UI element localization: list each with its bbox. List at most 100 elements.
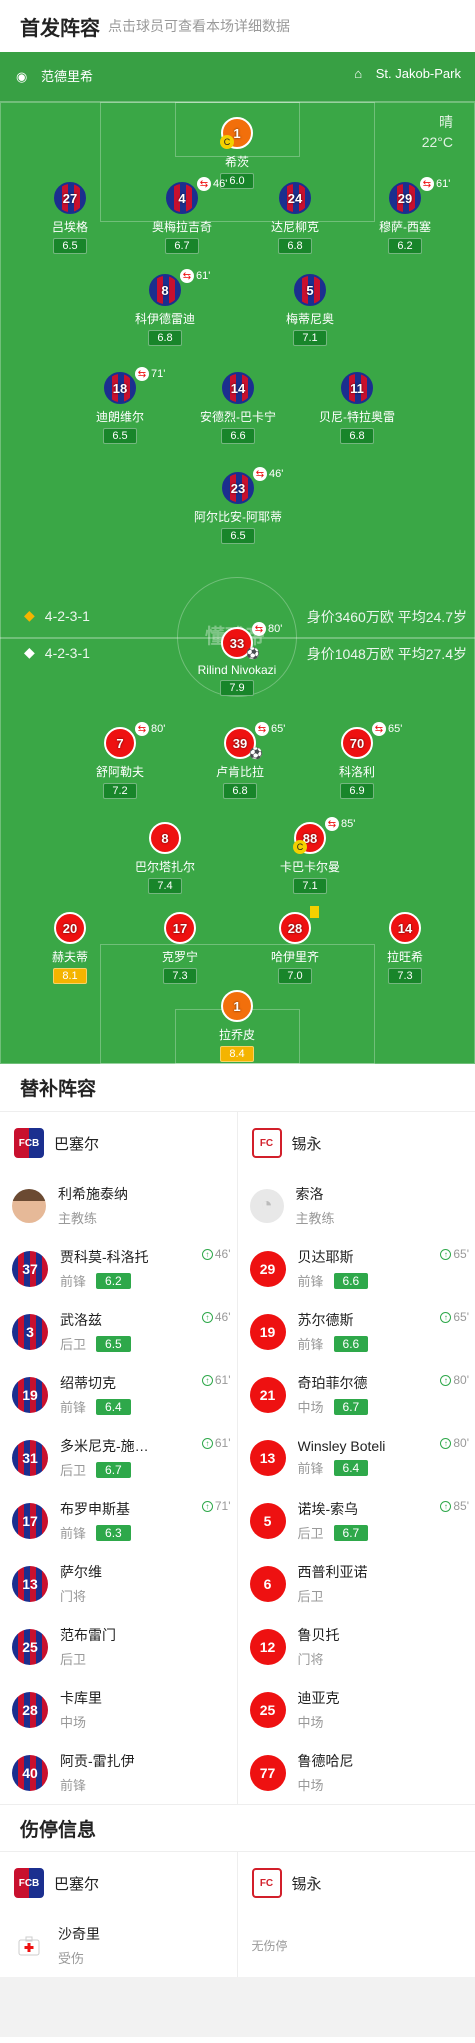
player-rating: 6.8 [148, 330, 182, 346]
home-team-value: 身价3460万欧 平均24.7岁 [306, 609, 467, 625]
coach-avatar: ◔ [249, 1188, 284, 1223]
substitution-out-indicator: ⇆ 61' [180, 269, 210, 283]
sub-in-icon: ↑ [440, 1500, 452, 1512]
away-formation: ◆ 4-2-3-1 [24, 644, 90, 661]
substitute-row[interactable]: 25 范布雷门 后卫 [0, 1615, 237, 1678]
substitute-row[interactable]: 31 多米尼克-施… 后卫 6.7 ↑ 61' [0, 1426, 237, 1489]
sub-in-minute: 61' [214, 1436, 231, 1450]
sub-out-icon: ⇆ [180, 269, 194, 283]
sub-out-time: 80' [151, 723, 166, 735]
home-player[interactable]: 18 ⇆ 71' 迪朗维尔 6.5 [65, 367, 175, 444]
jersey-icon: 19 [249, 1313, 286, 1350]
jersey-icon: 70 [341, 727, 373, 759]
home-player[interactable]: 14 安德烈-巴卡宁 6.6 [183, 372, 293, 444]
sub-out-time: 46' [213, 178, 228, 190]
sub-out-time: 80' [268, 623, 283, 635]
substitute-row[interactable]: 3 武洛兹 后卫 6.5 ↑ 46' [0, 1300, 237, 1363]
player-rating: 6.6 [221, 428, 255, 444]
substitute-row[interactable]: 5 诺埃-索乌 后卫 6.7 ↑ 85' [238, 1489, 475, 1552]
player-number: 23 [230, 480, 246, 496]
home-player[interactable]: 4 ⇆ 46' 奥梅拉吉奇 6.7 [127, 177, 237, 254]
jersey-icon: 31 [12, 1439, 48, 1476]
substitute-row[interactable]: 21 奇珀菲尔德 中场 6.7 ↑ 80' [238, 1363, 475, 1426]
home-injuries-column: FCB 巴塞尔 沙奇里 受伤 [0, 1852, 238, 1977]
substitute-info: 奇珀菲尔德 中场 6.7 [298, 1373, 369, 1416]
substitute-info: 诺埃-索乌 后卫 6.7 [298, 1499, 369, 1542]
position-text: 后卫 [297, 1589, 324, 1604]
player-name: 巴尔塔扎尔 [134, 860, 195, 874]
substitute-info: 萨尔维 门将 [60, 1562, 102, 1605]
home-player[interactable]: 11 贝尼-特拉奥雷 6.8 [302, 372, 412, 444]
home-team-row[interactable]: FCB 巴塞尔 [0, 1852, 237, 1914]
coach-info: 索洛 主教练 [296, 1184, 335, 1227]
substitute-position: 前锋 6.6 [298, 1271, 369, 1290]
home-player[interactable]: 8 ⇆ 61' 科伊德雷迪 6.8 [110, 269, 220, 346]
substitute-row[interactable]: 40 阿贡-雷扎伊 前锋 [0, 1741, 237, 1804]
coach-row[interactable]: 利希施泰纳 主教练 [0, 1174, 237, 1237]
substitute-row[interactable]: 13 萨尔维 门将 [0, 1552, 237, 1615]
substitute-row[interactable]: 17 布罗申斯基 前锋 6.3 ↑ 71' [0, 1489, 237, 1552]
team-row[interactable]: FCB 巴塞尔 [0, 1112, 237, 1174]
substitute-info: 绍蒂切克 前锋 6.4 [60, 1373, 131, 1416]
medical-kit-icon [12, 1929, 46, 1963]
jersey-icon: 11 [341, 372, 373, 404]
substitute-row[interactable]: 37 贾科莫-科洛托 前锋 6.2 ↑ 46' [0, 1237, 237, 1300]
player-name: 吕埃格 [51, 220, 88, 234]
away-player[interactable]: 8 巴尔塔扎尔 7.4 [110, 822, 220, 894]
weather-condition: 晴 [439, 114, 453, 130]
away-player[interactable]: 17 克罗宁 7.3 [125, 912, 235, 984]
substitute-row[interactable]: 6 西普利亚诺 后卫 [238, 1552, 475, 1615]
team-row[interactable]: FC 锡永 [238, 1112, 475, 1174]
home-player[interactable]: 23 ⇆ 46' 阿尔比安-阿耶蒂 6.5 [183, 467, 293, 544]
substitute-row[interactable]: 77 鲁德哈尼 中场 [238, 1741, 475, 1804]
stadium-info: ⌂ St. Jakob-Park [354, 66, 461, 81]
player-rating: 6.7 [165, 238, 199, 254]
away-player[interactable]: 20 赫夫蒂 8.1 [15, 912, 125, 984]
home-player[interactable]: 27 吕埃格 6.5 [15, 182, 125, 254]
substitute-row[interactable]: 13 Winsley Boteli 前锋 6.4 ↑ 80' [238, 1426, 475, 1489]
away-player[interactable]: 14 拉旺希 7.3 [350, 912, 460, 984]
player-number: 1 [233, 125, 241, 141]
player-rating: 7.3 [163, 968, 197, 984]
position-text: 门将 [297, 1652, 324, 1667]
away-player[interactable]: 7 ⇆ 80' 舒阿勒夫 7.2 [65, 722, 175, 799]
substitution-out-indicator: ⇆ 80' [252, 622, 282, 636]
player-name: 卢肯比拉 [215, 765, 264, 779]
home-player[interactable]: 24 达尼柳克 6.8 [240, 182, 350, 254]
away-player[interactable]: 70 ⇆ 65' 科洛利 6.9 [302, 722, 412, 799]
jersey-icon: 19 [12, 1376, 48, 1413]
away-team-row[interactable]: FC 锡永 [238, 1852, 475, 1914]
substitute-rating: 6.3 [96, 1524, 131, 1541]
away-player[interactable]: 39 ⇆ 65' ⚽ 卢肯比拉 6.8 [185, 722, 295, 799]
sub-in-minute: 46' [214, 1247, 231, 1261]
sub-in-icon: ↑ [440, 1437, 452, 1449]
temperature: 22°C [421, 134, 453, 150]
jersey-icon: 13 [12, 1565, 48, 1602]
away-player[interactable]: 1 拉乔皮 8.4 [182, 990, 292, 1062]
substitute-info: Winsley Boteli 前锋 6.4 [298, 1438, 386, 1477]
captain-icon: C [220, 135, 234, 149]
sion-badge-icon: FC [251, 1128, 282, 1158]
injured-player-row[interactable]: 沙奇里 受伤 [0, 1914, 237, 1977]
away-player[interactable]: 88 ⇆ 85' C 卡巴卡尔曼 7.1 [255, 817, 365, 894]
away-player[interactable]: 28 哈伊里齐 7.0 [240, 906, 350, 984]
substitute-row[interactable]: 19 绍蒂切克 前锋 6.4 ↑ 61' [0, 1363, 237, 1426]
player-name: 希茨 [224, 155, 249, 169]
substitute-row[interactable]: 28 卡库里 中场 [0, 1678, 237, 1741]
substitute-row[interactable]: 29 贝达耶斯 前锋 6.6 ↑ 65' [238, 1237, 475, 1300]
home-player[interactable]: 29 ⇆ 61' 穆萨-西塞 6.2 [350, 177, 460, 254]
jersey-icon: 7 [104, 727, 136, 759]
substitute-position: 中场 6.7 [298, 1397, 369, 1416]
injury-status: 受伤 [58, 1951, 85, 1966]
coach-row[interactable]: ◔ 索洛 主教练 [238, 1174, 475, 1237]
sub-out-icon: ⇆ [325, 817, 339, 831]
substitute-row[interactable]: 19 苏尔德斯 前锋 6.6 ↑ 65' [238, 1300, 475, 1363]
away-player[interactable]: 33 ⇆ 80' ⚽ Rilind Nivokazi 7.9 [182, 622, 292, 696]
substitute-row[interactable]: 12 鲁贝托 门将 [238, 1615, 475, 1678]
player-name: 安德烈-巴卡宁 [200, 410, 276, 424]
jersey-icon: 28 [279, 912, 311, 944]
pitch: ◉ 范德里希 ⌂ St. Jakob-Park 晴 22°C 懂球帝 ◆ 4-2… [0, 52, 475, 1064]
home-player[interactable]: 5 梅蒂尼奥 7.1 [255, 274, 365, 346]
substitute-row[interactable]: 25 迪亚克 中场 [238, 1678, 475, 1741]
player-number: 28 [287, 920, 303, 936]
